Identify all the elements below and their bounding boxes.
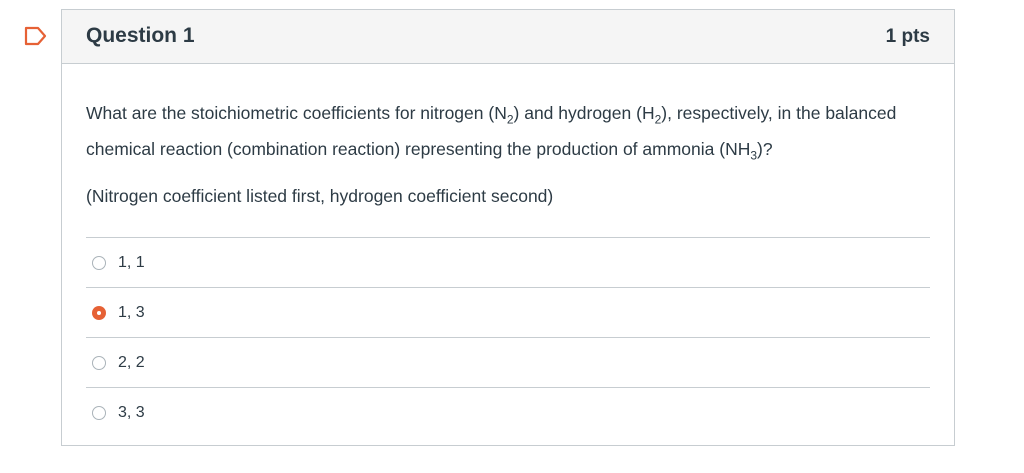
answer-option[interactable]: 3, 3 — [86, 388, 930, 437]
question-points: 1 pts — [885, 26, 930, 47]
radio-button[interactable] — [92, 255, 106, 270]
answer-list: 1, 1 1, 3 2, 2 3, 3 — [86, 237, 930, 437]
answer-label: 2, 2 — [118, 353, 145, 371]
question-body: What are the stoichiometric coefficients… — [62, 64, 954, 437]
flag-icon — [24, 26, 47, 46]
radio-button[interactable] — [92, 405, 106, 420]
answer-label: 1, 1 — [118, 253, 145, 271]
question-header: Question 1 1 pts — [62, 10, 954, 64]
radio-button-selected[interactable] — [92, 305, 106, 320]
flag-question-button[interactable] — [24, 26, 48, 46]
answer-option[interactable]: 2, 2 — [86, 338, 930, 388]
answer-label: 1, 3 — [118, 303, 145, 321]
answer-option[interactable]: 1, 1 — [86, 238, 930, 288]
question-text: What are the stoichiometric coefficients… — [86, 103, 897, 162]
answer-option[interactable]: 1, 3 — [86, 288, 930, 338]
question-card: Question 1 1 pts What are the stoichiome… — [61, 9, 955, 446]
question-note: (Nitrogen coefficient listed first, hydr… — [86, 186, 554, 206]
radio-button[interactable] — [92, 355, 106, 370]
answer-label: 3, 3 — [118, 403, 145, 421]
question-title: Question 1 — [86, 24, 195, 47]
